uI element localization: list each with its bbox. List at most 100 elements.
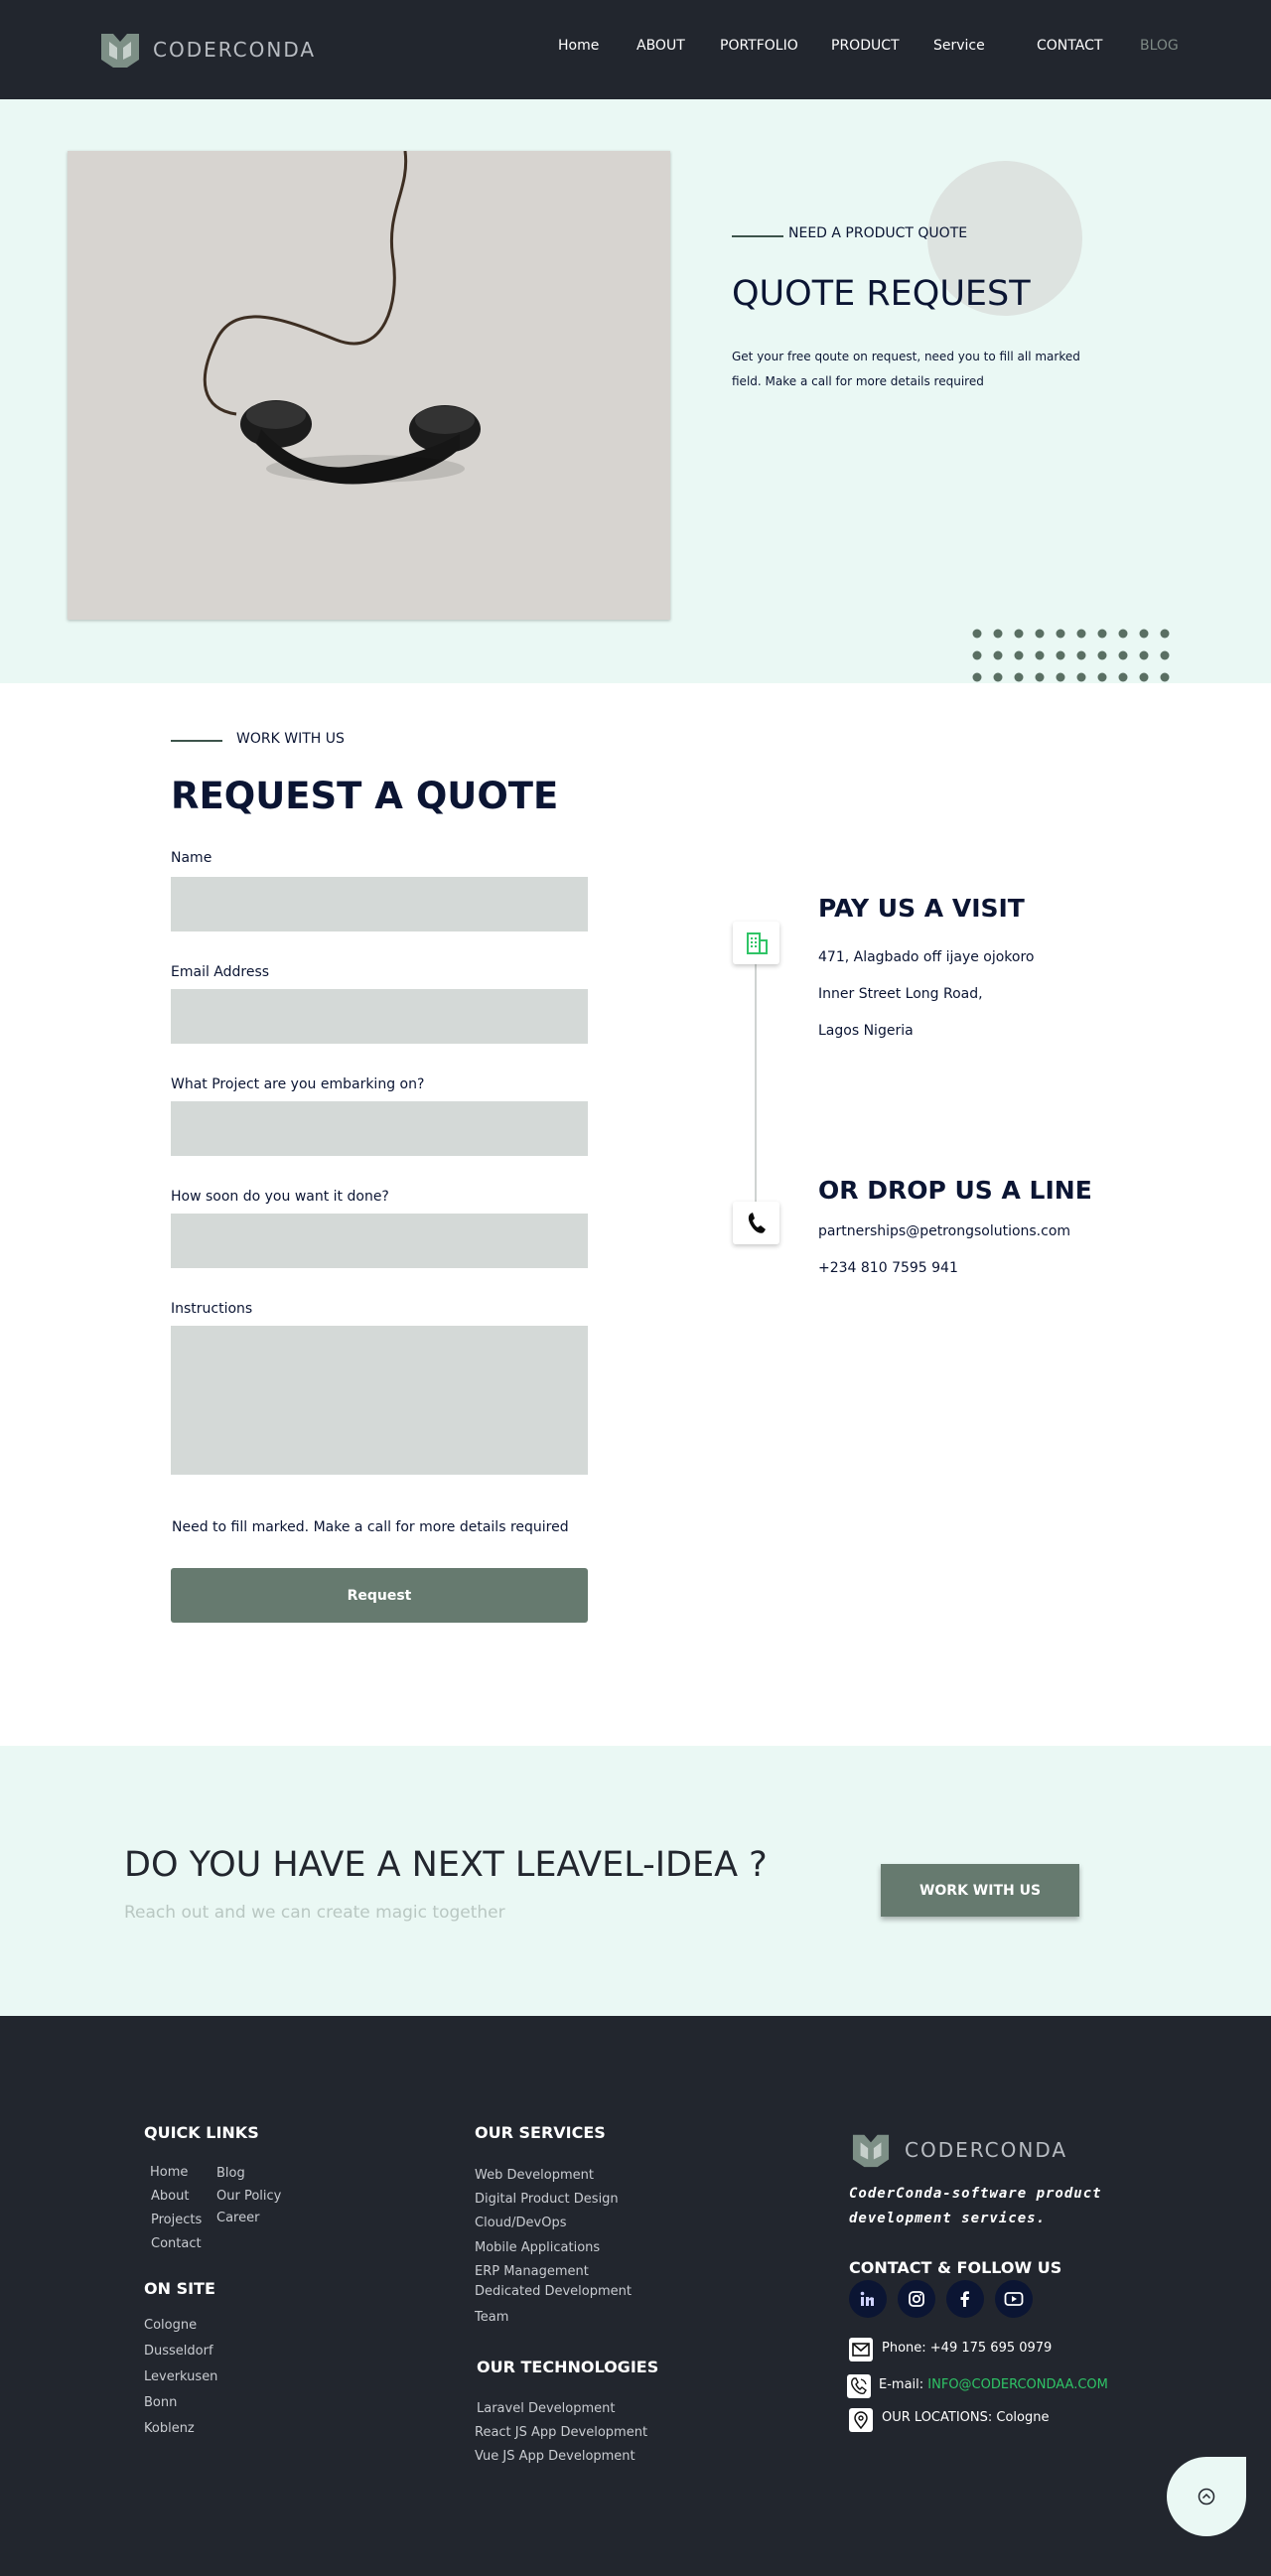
hero-eyebrow-text: NEED A PRODUCT QUOTE [788,225,968,241]
mail-icon [849,2338,873,2361]
tech-laravel[interactable]: Laravel Development [477,2401,615,2416]
services-title: OUR SERVICES [475,2123,606,2142]
contact-timeline-line [755,961,757,1241]
footer-site-cologne[interactable]: Cologne [144,2318,197,2333]
footer-tagline: CoderConda-software product development … [849,2186,1102,2226]
hero-section: NEED A PRODUCT QUOTE QUOTE REQUEST Get y… [0,99,1271,683]
grid-dot [1118,629,1128,639]
technologies-title: OUR TECHNOLOGIES [477,2358,659,2376]
contact-email[interactable]: partnerships@petrongsolutions.com [818,1223,1070,1239]
instructions-textarea[interactable] [171,1326,588,1475]
nav-portfolio[interactable]: PORTFOLIO [720,38,798,54]
footer-link-career[interactable]: Career [216,2211,259,2225]
timeline-field[interactable] [171,1214,588,1268]
nav-service[interactable]: Service [933,38,985,54]
footer-link-policy[interactable]: Our Policy [216,2189,281,2204]
footer-site-bonn[interactable]: Bonn [144,2395,177,2410]
footer-site-dusseldorf[interactable]: Dusseldorf [144,2344,213,2359]
footer-brand-name: CODERCONDA [905,2138,1068,2162]
grid-dot [972,629,982,639]
nav-product[interactable]: PRODUCT [831,38,900,54]
footer-site-leverkusen[interactable]: Leverkusen [144,2369,217,2384]
footer-email-prefix: E-mail: [879,2377,924,2392]
visit-title: PAY US A VISIT [818,894,1025,923]
grid-dot [1160,629,1170,639]
service-cloud[interactable]: Cloud/DevOps [475,2216,566,2230]
location-pin-icon [849,2408,873,2432]
project-label: What Project are you embarking on? [171,1076,425,1092]
grid-dot [1056,650,1065,660]
nav-contact[interactable]: CONTACT [1037,38,1102,54]
grid-dot [993,672,1003,682]
eyebrow-line [171,740,222,742]
grid-dot [1139,629,1149,639]
footer-site-koblenz[interactable]: Koblenz [144,2421,195,2436]
service-erp[interactable]: ERP Management [475,2264,589,2279]
grid-dot [1056,629,1065,639]
grid-dot [1139,672,1149,682]
instructions-label: Instructions [171,1301,253,1317]
on-site-title: ON SITE [144,2279,215,2298]
grid-dot [1160,672,1170,682]
service-dedicated[interactable]: Dedicated Development [475,2284,632,2299]
footer-email-link[interactable]: INFO@CODERCONDAA.COM [927,2377,1108,2392]
grid-dot [993,650,1003,660]
tech-react[interactable]: React JS App Development [475,2425,647,2440]
form-eyebrow: WORK WITH US [171,731,345,747]
youtube-icon[interactable] [995,2280,1033,2318]
name-field[interactable] [171,877,588,931]
grid-dot [972,672,982,682]
eyebrow-line [732,235,783,237]
coderconda-logo-icon [852,2134,890,2168]
grid-dot [972,650,982,660]
cta-title: DO YOU HAVE A NEXT LEAVEL-IDEA ? [124,1845,768,1885]
hero-title: QUOTE REQUEST [732,274,1031,314]
form-title: REQUEST A QUOTE [171,775,559,817]
grid-dot [1014,650,1024,660]
quote-form-section: WORK WITH US REQUEST A QUOTE Name Email … [0,683,1271,1746]
footer-link-home[interactable]: Home [150,2165,188,2180]
footer-link-about[interactable]: About [151,2189,189,2204]
back-to-top-button[interactable] [1167,2457,1246,2536]
hero-description: Get your free qoute on request, need you… [732,350,1080,388]
brand-logo[interactable]: CODERCONDA [97,30,316,70]
grid-dot [1097,629,1107,639]
brand-name: CODERCONDA [153,38,317,62]
address-line-1: 471, Alagbado off ijaye ojokoro [818,949,1035,965]
grid-dot [1014,672,1024,682]
contact-phone[interactable]: +234 810 7595 941 [818,1260,958,1276]
nav-home[interactable]: Home [558,38,599,54]
footer-link-contact[interactable]: Contact [151,2236,202,2251]
nav-blog[interactable]: BLOG [1140,38,1179,54]
coderconda-logo-icon [101,34,139,68]
tech-vue[interactable]: Vue JS App Development [475,2449,636,2464]
work-with-us-button[interactable]: WORK WITH US [881,1864,1079,1917]
address-line-2: Inner Street Long Road, [818,986,983,1002]
footer-email-row: E-mail: INFO@CODERCONDAA.COM [879,2377,1108,2392]
footer-phone[interactable]: Phone: +49 175 695 0979 [882,2341,1052,2356]
footer-link-projects[interactable]: Projects [151,2213,202,2227]
grid-dot [1035,650,1045,660]
grid-dot [1160,650,1170,660]
email-field[interactable] [171,989,588,1044]
footer-brand-logo[interactable]: CODERCONDA [849,2131,1067,2169]
service-team[interactable]: Team [475,2310,508,2325]
name-label: Name [171,850,212,866]
grid-dot [1014,629,1024,639]
facebook-icon[interactable] [946,2280,984,2318]
grid-dot [1139,650,1149,660]
grid-dot [1076,650,1086,660]
linkedin-icon[interactable] [849,2280,887,2318]
nav-about[interactable]: ABOUT [636,38,685,54]
service-web[interactable]: Web Development [475,2168,594,2183]
project-field[interactable] [171,1101,588,1156]
phone-call-icon [847,2374,871,2398]
footer-link-blog[interactable]: Blog [216,2166,245,2181]
service-mobile[interactable]: Mobile Applications [475,2240,600,2255]
request-button[interactable]: Request [171,1568,588,1623]
instagram-icon[interactable] [898,2280,935,2318]
top-navbar: CODERCONDA Home ABOUT PORTFOLIO PRODUCT … [0,0,1271,99]
service-design[interactable]: Digital Product Design [475,2192,619,2207]
grid-dot [993,629,1003,639]
grid-dot [1097,672,1107,682]
